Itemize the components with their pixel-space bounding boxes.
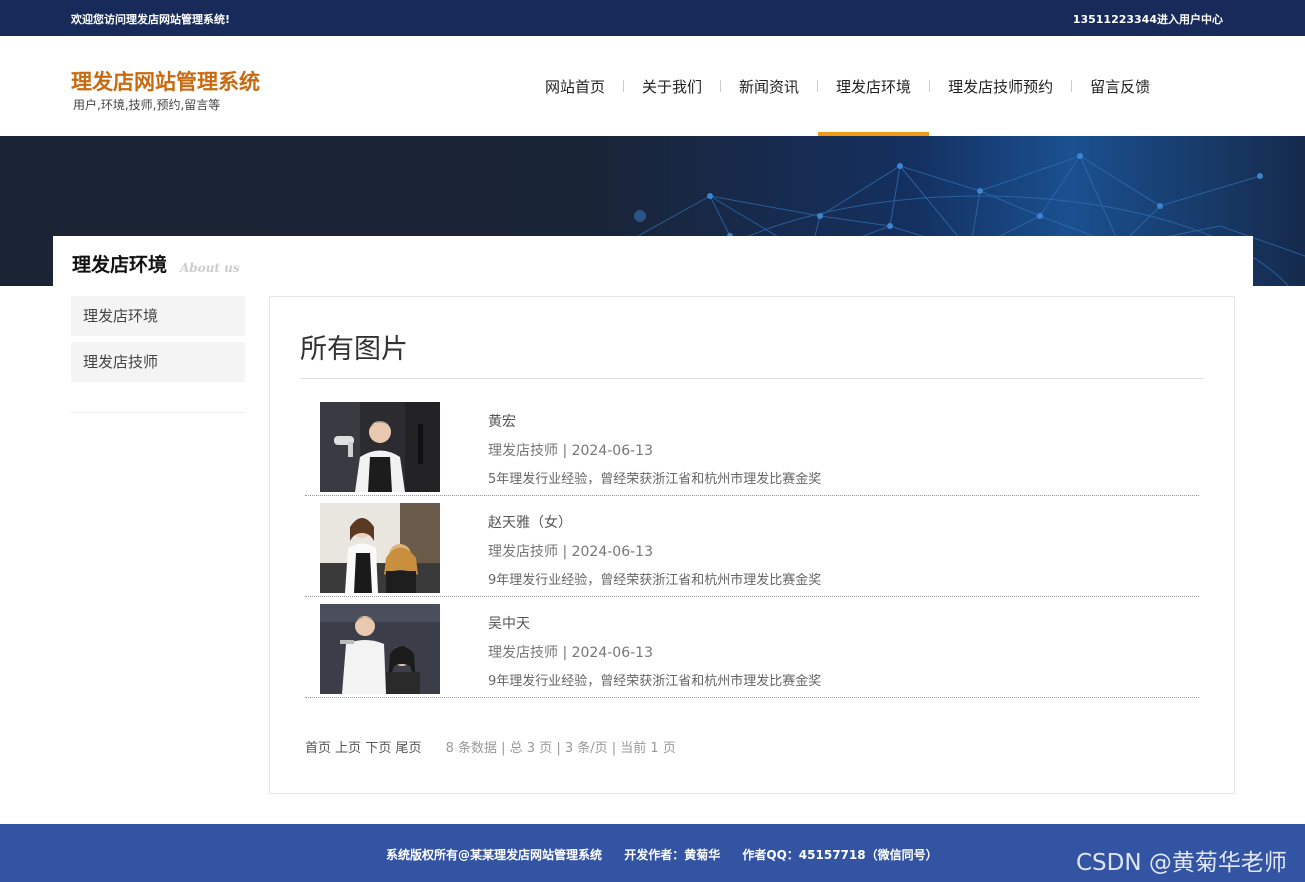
main-nav: 网站首页 关于我们 新闻资讯 理发店环境 理发店技师预约 留言反馈 [527, 36, 1168, 136]
top-bar: 欢迎您访问理发店网站管理系统! 13511223344进入用户中心 [0, 0, 1305, 36]
barber-name[interactable]: 黄宏 [488, 411, 516, 431]
list-item: 吴中天 理发店技师 | 2024-06-13 9年理发行业经验，曾经荣获浙江省和… [305, 597, 1199, 698]
nav-environment[interactable]: 理发店环境 [818, 36, 930, 136]
section-title-box: 理发店环境 About us [53, 236, 1253, 286]
list-item: 黄宏 理发店技师 | 2024-06-13 5年理发行业经验，曾经荣获浙江省和杭… [305, 395, 1199, 496]
barber-meta: 理发店技师 | 2024-06-13 [488, 443, 653, 459]
sidebar: 理发店环境 理发店技师 [71, 296, 245, 388]
nav-booking[interactable]: 理发店技师预约 [930, 36, 1071, 136]
heading-divider [300, 378, 1204, 379]
barber-description: 9年理发行业经验，曾经荣获浙江省和杭州市理发比赛金奖 [488, 674, 822, 689]
site-logo-subtitle: 用户,环境,技师,预约,留言等 [73, 98, 221, 112]
pager-first[interactable]: 首页 [305, 741, 331, 756]
content-panel: 所有图片 黄宏 理发店技师 | 2024-06-13 5年理发行业经验，曾经荣获… [269, 296, 1235, 794]
pager-last[interactable]: 尾页 [395, 741, 421, 756]
barber-meta: 理发店技师 | 2024-06-13 [488, 645, 653, 661]
barber-name[interactable]: 吴中天 [488, 613, 530, 633]
section-title: 理发店环境 [72, 254, 168, 276]
footer-copyright: 系统版权所有@某某理发店网站管理系统 [386, 848, 603, 862]
barber-description: 9年理发行业经验，曾经荣获浙江省和杭州市理发比赛金奖 [488, 573, 822, 588]
nav-home[interactable]: 网站首页 [527, 36, 623, 136]
site-logo-title[interactable]: 理发店网站管理系统 [71, 66, 260, 96]
barber-name[interactable]: 赵天雅（女） [488, 512, 572, 532]
footer-qq: 作者QQ：45157718（微信同号） [742, 848, 938, 862]
sidebar-divider [71, 412, 245, 413]
nav-feedback[interactable]: 留言反馈 [1072, 36, 1168, 136]
pager-next[interactable]: 下页 [365, 741, 391, 756]
content-heading: 所有图片 [300, 334, 408, 365]
barber-photo[interactable] [320, 604, 440, 694]
footer-author: 开发作者：黄菊华 [624, 848, 721, 862]
barber-meta: 理发店技师 | 2024-06-13 [488, 544, 653, 560]
list-item: 赵天雅（女） 理发店技师 | 2024-06-13 9年理发行业经验，曾经荣获浙… [305, 496, 1199, 597]
user-center-link[interactable]: 13511223344进入用户中心 [1073, 11, 1223, 27]
barber-description: 5年理发行业经验，曾经荣获浙江省和杭州市理发比赛金奖 [488, 472, 822, 487]
welcome-text: 欢迎您访问理发店网站管理系统! [71, 13, 231, 26]
site-header: 理发店网站管理系统 用户,环境,技师,预约,留言等 网站首页 关于我们 新闻资讯… [0, 36, 1305, 136]
pager-prev[interactable]: 上页 [335, 741, 361, 756]
nav-about[interactable]: 关于我们 [624, 36, 720, 136]
barber-photo[interactable] [320, 402, 440, 492]
csdn-watermark: CSDN @黄菊华老师 [1076, 850, 1287, 876]
nav-news[interactable]: 新闻资讯 [721, 36, 817, 136]
sidebar-item-environment[interactable]: 理发店环境 [71, 296, 245, 336]
sidebar-item-barbers[interactable]: 理发店技师 [71, 342, 245, 382]
barber-photo[interactable] [320, 503, 440, 593]
pagination: 首页 上页 下页 尾页 8 条数据 | 总 3 页 | 3 条/页 | 当前 1… [305, 737, 676, 756]
pager-info: 8 条数据 | 总 3 页 | 3 条/页 | 当前 1 页 [445, 741, 676, 756]
section-subtitle-en: About us [180, 261, 240, 275]
